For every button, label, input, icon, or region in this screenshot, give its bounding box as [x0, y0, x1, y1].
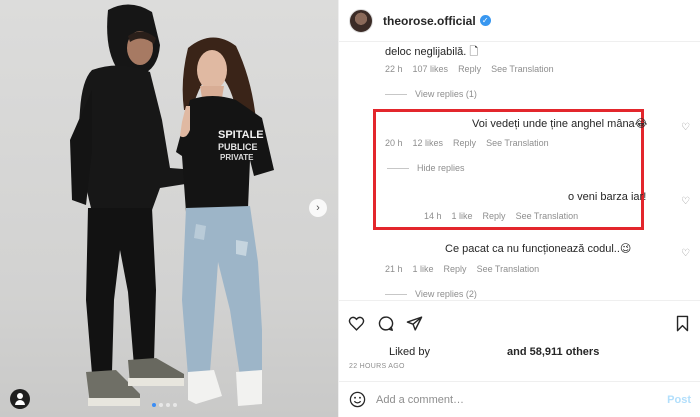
reply-likes[interactable]: 1 like — [452, 211, 473, 221]
add-comment-bar: Post — [339, 381, 700, 417]
view-replies-label: View replies (2) — [415, 289, 477, 299]
like-comment-heart-icon[interactable]: ♡ — [681, 122, 690, 133]
reply-text: o veni barza iar! — [568, 191, 647, 203]
avatar[interactable] — [349, 8, 373, 33]
comment-time: 20 h — [385, 138, 403, 148]
post-actions-bar — [339, 300, 700, 332]
post-photo[interactable]: SPITALE PUBLICE PRIVATE › — [0, 0, 338, 417]
see-translation-button[interactable]: See Translation — [477, 264, 540, 274]
username[interactable]: theorose.official — [383, 14, 476, 28]
next-image-button[interactable]: › — [309, 199, 327, 217]
replies-divider — [385, 93, 407, 95]
share-icon[interactable] — [406, 315, 423, 332]
comments-panel: theorose.official ✓ deloc neglijabilă. 🗋… — [338, 0, 700, 417]
like-reply-heart-icon[interactable]: ♡ — [681, 196, 690, 207]
photo-illustration: SPITALE PUBLICE PRIVATE — [70, 4, 274, 406]
reply-button[interactable]: Reply — [483, 211, 506, 221]
carousel-dots — [152, 403, 177, 407]
bookmark-icon[interactable] — [674, 315, 691, 332]
comment-meta: 21 h 1 like Reply See Translation — [385, 264, 539, 274]
carousel-dot — [159, 403, 163, 407]
svg-text:SPITALE: SPITALE — [218, 129, 264, 141]
comment-meta: 22 h 107 likes Reply See Translation — [385, 64, 554, 74]
comment-text: Voi vedeți unde ține anghel mâna😂 — [472, 118, 648, 130]
verified-badge-icon: ✓ — [479, 15, 491, 26]
emoji-icon[interactable] — [349, 391, 366, 408]
user-tag-icon[interactable] — [10, 389, 30, 409]
svg-text:PRIVATE: PRIVATE — [220, 153, 254, 162]
reply-button[interactable]: Reply — [444, 264, 467, 274]
likes-count[interactable]: and 58,911 others — [507, 346, 599, 358]
view-replies-button[interactable]: View replies (1) — [385, 89, 477, 99]
comment-time: 22 h — [385, 64, 403, 74]
carousel-dot — [166, 403, 170, 407]
comment-text: Ce pacat ca nu funcționează codul..😉 — [445, 243, 632, 255]
replies-divider — [385, 293, 407, 295]
view-replies-label: View replies (1) — [415, 89, 477, 99]
carousel-dot — [173, 403, 177, 407]
comment-time: 21 h — [385, 264, 403, 274]
like-comment-heart-icon[interactable]: ♡ — [681, 248, 690, 259]
hide-replies-button[interactable]: Hide replies — [387, 163, 465, 173]
svg-text:PUBLICE: PUBLICE — [218, 142, 258, 152]
comment-likes[interactable]: 1 like — [413, 264, 434, 274]
comment-likes[interactable]: 12 likes — [413, 138, 444, 148]
comment-text: deloc neglijabilă. 🗋 — [385, 46, 479, 58]
post-header: theorose.official ✓ — [339, 0, 700, 42]
heart-icon[interactable] — [348, 315, 365, 332]
see-translation-button[interactable]: See Translation — [491, 64, 554, 74]
comment-meta: 20 h 12 likes Reply See Translation — [385, 138, 549, 148]
carousel-dot-active — [152, 403, 156, 407]
add-comment-input[interactable] — [376, 393, 626, 406]
view-replies-button[interactable]: View replies (2) — [385, 289, 477, 299]
reply-button[interactable]: Reply — [458, 64, 481, 74]
comment-likes[interactable]: 107 likes — [413, 64, 449, 74]
reply-button[interactable]: Reply — [453, 138, 476, 148]
reply-meta: 14 h 1 like Reply See Translation — [424, 211, 578, 221]
comment-icon[interactable] — [377, 315, 394, 332]
see-translation-button[interactable]: See Translation — [486, 138, 549, 148]
liked-by-label: Liked by — [389, 346, 430, 358]
see-translation-button[interactable]: See Translation — [516, 211, 579, 221]
post-timestamp[interactable]: 22 HOURS AGO — [349, 363, 405, 370]
post-button[interactable]: Post — [667, 394, 691, 406]
replies-divider — [387, 167, 409, 169]
hide-replies-label: Hide replies — [417, 163, 465, 173]
reply-time: 14 h — [424, 211, 442, 221]
